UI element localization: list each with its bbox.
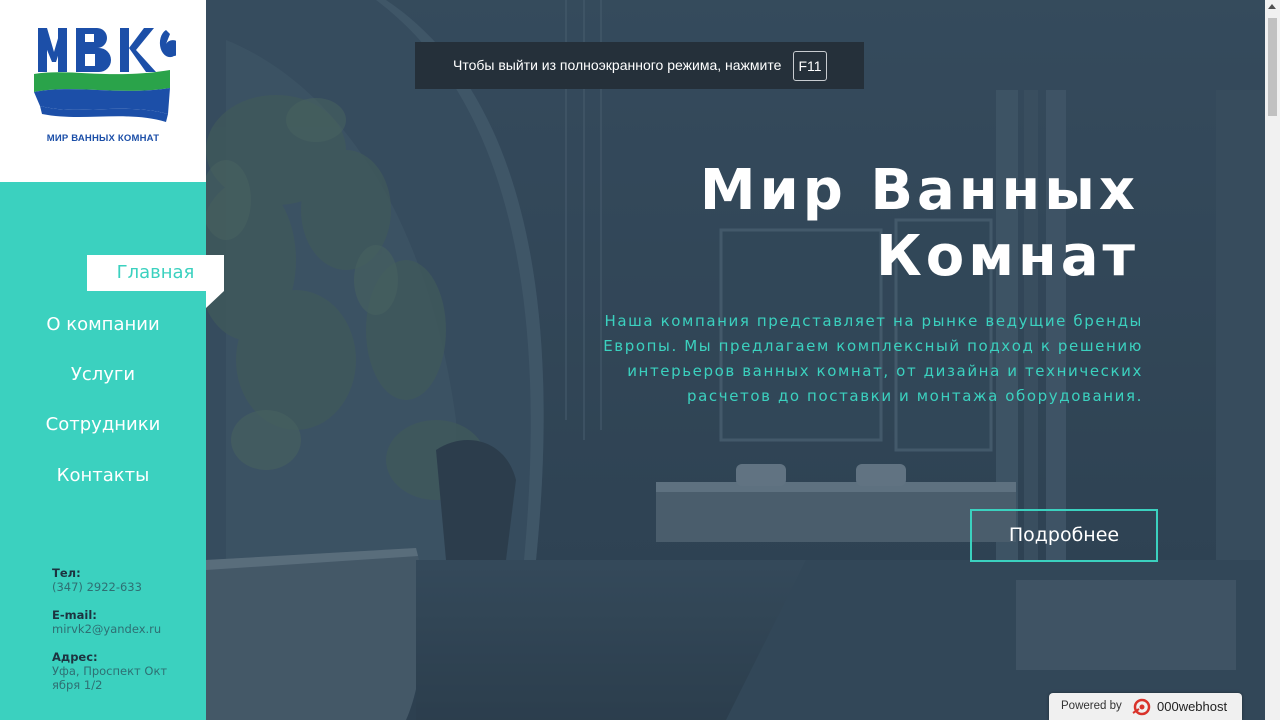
hero-title-line2: Комнат <box>876 224 1139 289</box>
logo[interactable]: МИР ВАННЫХ КОМНАТ <box>0 0 206 182</box>
hero-section: Мир Ванных Комнат Наша компания представ… <box>206 0 1265 720</box>
mbk-logo-icon <box>34 28 176 122</box>
nav-item-staff[interactable]: Сотрудники <box>0 414 206 435</box>
page-scrollbar[interactable] <box>1265 0 1280 720</box>
hero-title: Мир Ванных Комнат <box>579 158 1139 290</box>
scroll-up-arrow-icon[interactable] <box>1268 4 1276 9</box>
webhost-logo-icon <box>1132 698 1151 716</box>
scroll-thumb[interactable] <box>1268 18 1277 116</box>
powered-by-badge[interactable]: Powered by 000webhost <box>1049 693 1242 720</box>
logo-caption: МИР ВАННЫХ КОМНАТ <box>46 133 160 144</box>
nav-item-about[interactable]: О компании <box>0 314 206 335</box>
address-value: Уфа, Проспект Октября 1/2 <box>52 664 168 692</box>
more-button[interactable]: Подробнее <box>970 509 1158 562</box>
fullscreen-notice: Чтобы выйти из полноэкранного режима, на… <box>415 42 864 89</box>
f11-key-badge: F11 <box>793 51 827 81</box>
phone-value[interactable]: (347) 2922-633 <box>52 580 172 594</box>
phone-label: Тел: <box>52 566 81 580</box>
nav-active-fold <box>206 291 224 308</box>
powered-label: Powered by <box>1061 700 1122 712</box>
nav-item-home[interactable]: Главная <box>87 255 224 291</box>
address-label: Адрес: <box>52 650 98 664</box>
hero-title-line1: Мир Ванных <box>699 158 1139 223</box>
fullscreen-notice-text: Чтобы выйти из полноэкранного режима, на… <box>453 57 782 73</box>
email-label: E-mail: <box>52 608 97 622</box>
nav-item-contacts[interactable]: Контакты <box>0 465 206 486</box>
nav-item-services[interactable]: Услуги <box>0 364 206 385</box>
sidebar: МИР ВАННЫХ КОМНАТ Главная О компании Усл… <box>0 0 224 720</box>
hero-description: Наша компания представляет на рынке веду… <box>603 312 1143 405</box>
powered-brand: 000webhost <box>1157 699 1228 714</box>
contact-info: Тел: (347) 2922-633 E-mail: mirvk2@yande… <box>52 566 172 706</box>
email-value[interactable]: mirvk2@yandex.ru <box>52 622 172 636</box>
